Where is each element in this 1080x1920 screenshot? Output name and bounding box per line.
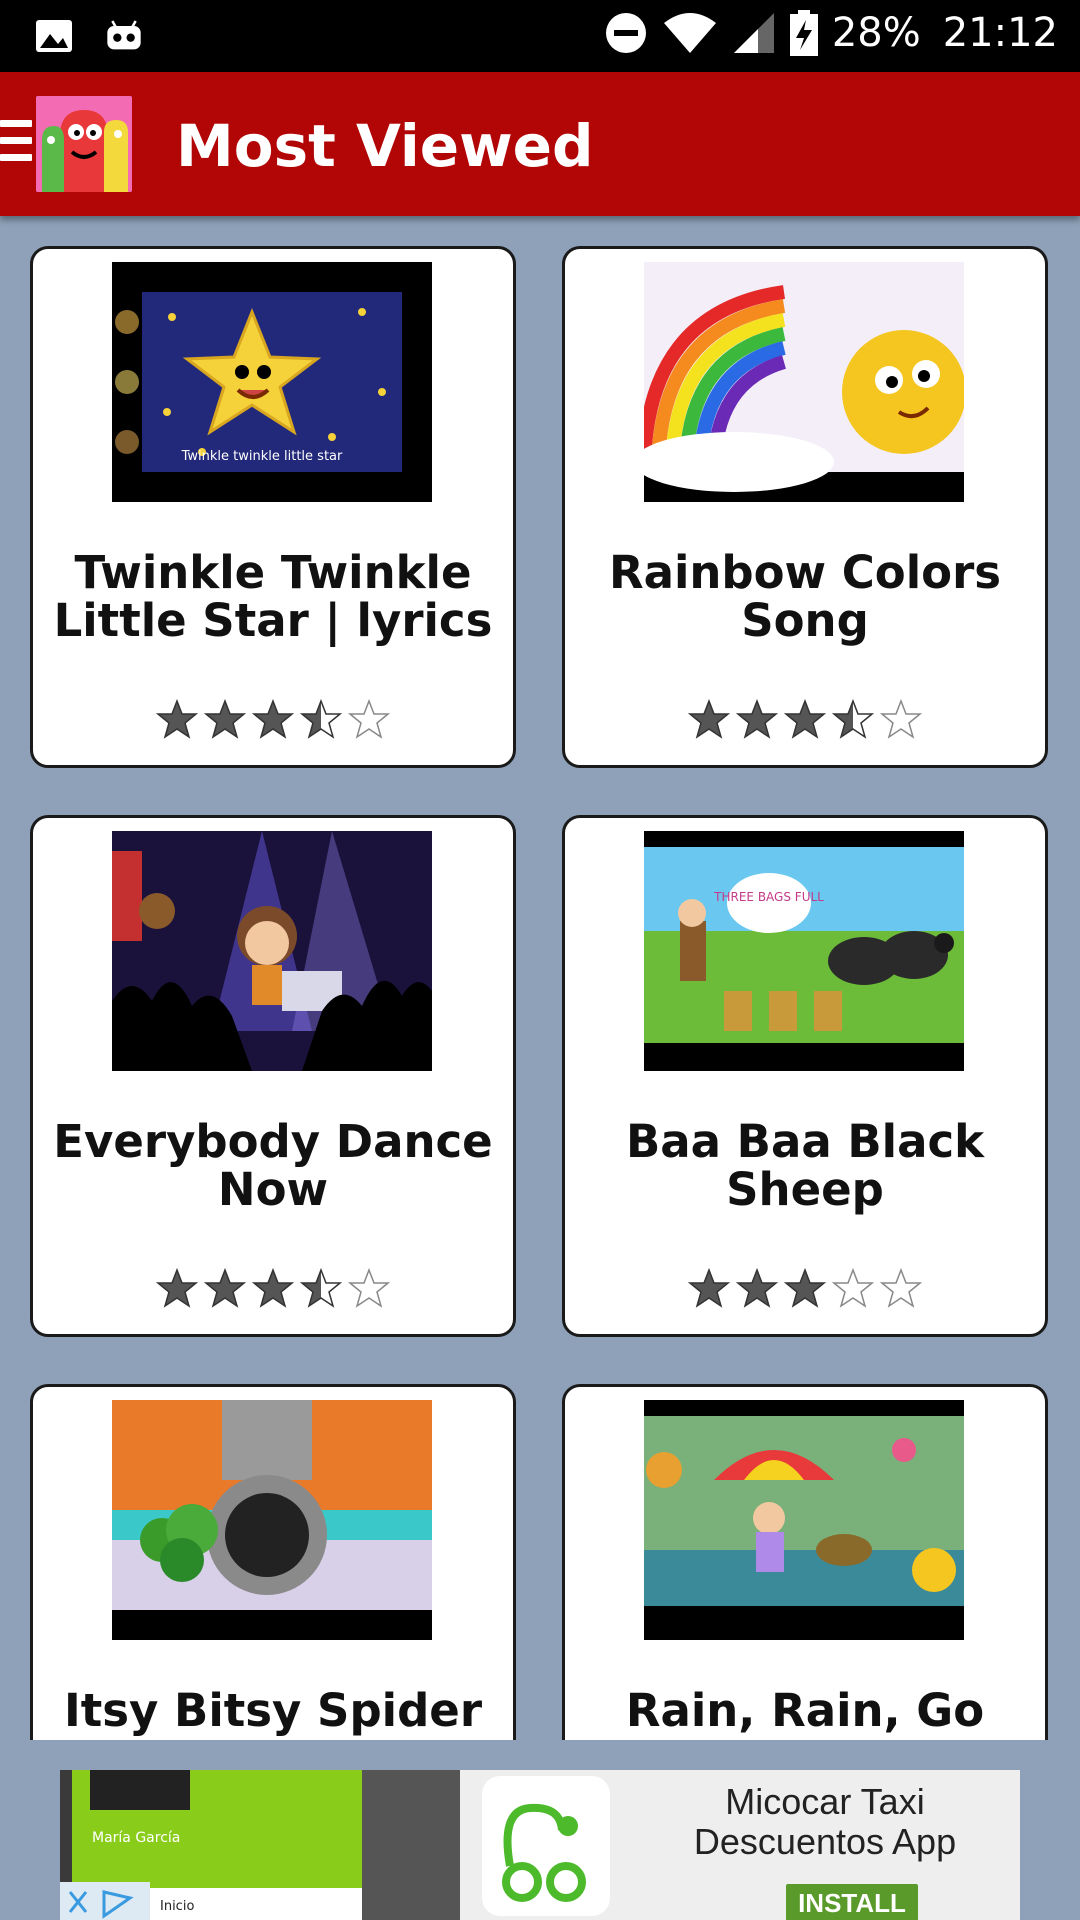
video-card[interactable]: Rainbow Colors Song	[562, 246, 1048, 768]
star-full-icon	[688, 1268, 730, 1308]
star-full-icon	[736, 1268, 778, 1308]
star-empty-icon	[348, 1268, 390, 1308]
star-full-icon	[252, 699, 294, 739]
micocar-app-icon[interactable]	[470, 1770, 620, 1920]
monster-logo-icon	[36, 96, 132, 192]
app-bar: Most Viewed	[0, 72, 1080, 216]
app-logo[interactable]	[36, 96, 132, 192]
star-full-icon	[736, 699, 778, 739]
battery-percent: 28%	[831, 10, 921, 56]
hamburger-menu-icon[interactable]	[0, 120, 32, 164]
ad-shot-name: María García	[92, 1830, 180, 1846]
video-card[interactable]: Everybody Dance Now	[30, 815, 516, 1337]
video-grid[interactable]: Twinkle twinkle little star Twinkle Twin…	[0, 216, 1080, 1740]
android-icon	[107, 20, 141, 50]
star-full-icon	[156, 699, 198, 739]
video-thumbnail[interactable]	[112, 1400, 432, 1640]
video-card[interactable]: Twinkle twinkle little star Twinkle Twin…	[30, 246, 516, 768]
install-button[interactable]: INSTALL	[786, 1884, 918, 1920]
video-title[interactable]: Everybody Dance Now	[43, 1118, 503, 1214]
thumb-speech: THREE BAGS FULL	[713, 890, 824, 904]
rating-stars	[33, 699, 513, 746]
star-half-icon	[300, 1268, 342, 1308]
star-empty-icon	[832, 1268, 874, 1308]
video-card[interactable]: Itsy Bitsy Spider	[30, 1384, 516, 1740]
video-thumbnail[interactable]: Twinkle twinkle little star	[112, 262, 432, 502]
video-card[interactable]: Rain, Rain, Go	[562, 1384, 1048, 1740]
star-full-icon	[204, 699, 246, 739]
star-empty-icon	[348, 699, 390, 739]
star-full-icon	[784, 699, 826, 739]
video-thumbnail[interactable]	[644, 1400, 964, 1640]
star-half-icon	[300, 699, 342, 739]
video-thumbnail[interactable]	[644, 262, 964, 502]
status-bar: 28% 21:12	[0, 0, 1080, 72]
wifi-icon	[663, 13, 716, 53]
video-title[interactable]: Rainbow Colors Song	[575, 549, 1035, 645]
rating-stars	[565, 699, 1045, 746]
ad-app-screenshot[interactable]: María García Inicio	[60, 1770, 460, 1920]
star-empty-icon	[880, 1268, 922, 1308]
page-title: Most Viewed	[176, 112, 594, 180]
video-thumbnail[interactable]	[112, 831, 432, 1071]
video-title[interactable]: Rain, Rain, Go	[575, 1687, 1035, 1735]
star-full-icon	[156, 1268, 198, 1308]
star-full-icon	[204, 1268, 246, 1308]
star-full-icon	[784, 1268, 826, 1308]
rating-stars	[33, 1268, 513, 1315]
star-empty-icon	[880, 699, 922, 739]
ad-banner[interactable]: María García Inicio Micocar Taxi Descuen…	[60, 1770, 1020, 1920]
video-card[interactable]: THREE BAGS FULL Baa Baa Black Sheep	[562, 815, 1048, 1337]
star-full-icon	[688, 699, 730, 739]
image-icon	[36, 20, 72, 52]
video-thumbnail[interactable]: THREE BAGS FULL	[644, 831, 964, 1071]
video-title[interactable]: Baa Baa Black Sheep	[575, 1118, 1035, 1214]
clock: 21:12	[942, 10, 1058, 56]
thumb-caption: Twinkle twinkle little star	[181, 449, 343, 464]
ad-title[interactable]: Micocar Taxi Descuentos App	[660, 1782, 990, 1862]
signal-icon	[733, 13, 774, 53]
video-title[interactable]: Twinkle Twinkle Little Star | lyrics	[43, 549, 503, 645]
star-full-icon	[252, 1268, 294, 1308]
rating-stars	[565, 1268, 1045, 1315]
star-half-icon	[832, 699, 874, 739]
ad-shot-tab: Inicio	[160, 1899, 194, 1914]
battery-charging-icon	[789, 10, 818, 56]
do-not-disturb-icon	[605, 13, 646, 53]
video-title[interactable]: Itsy Bitsy Spider	[43, 1687, 503, 1735]
